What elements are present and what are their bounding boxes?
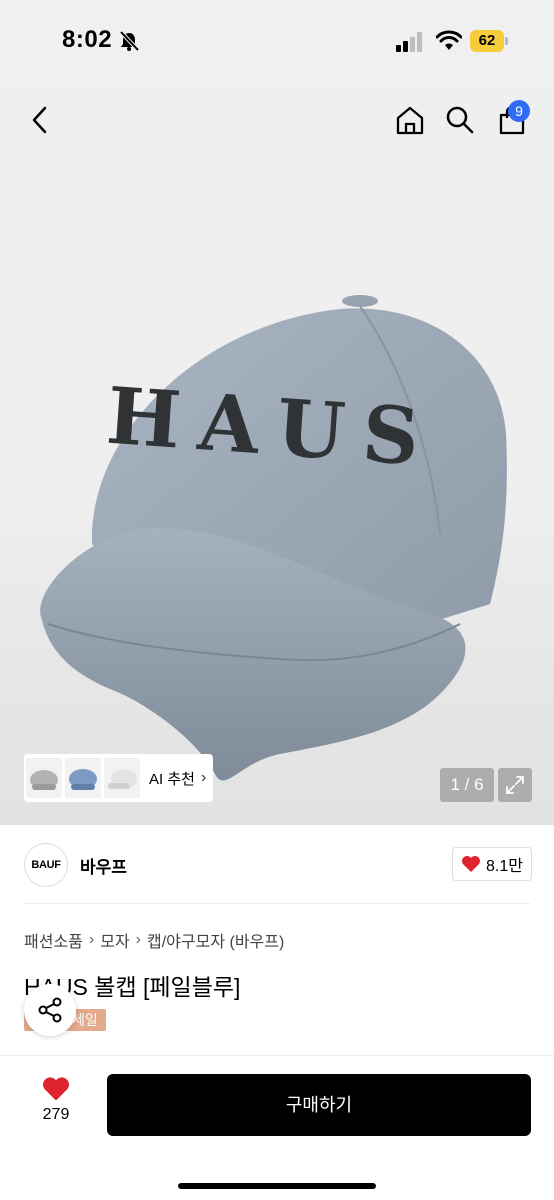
battery-level: 62 [470,30,504,52]
battery-tip [505,37,508,45]
wifi-icon [436,30,462,50]
image-page-counter: 1 / 6 [440,768,494,802]
chevron-right-icon: › [88,931,95,948]
search-button[interactable] [440,100,480,140]
bell-muted-icon [119,30,140,52]
thumbnail-denim-cap[interactable] [65,758,101,798]
chevron-left-icon [32,106,47,134]
share-button[interactable] [24,984,76,1036]
ai-recommend-link[interactable]: AI 추천 › [149,768,206,789]
home-icon [396,106,424,135]
cart-count-badge: 9 [508,100,530,122]
brand-name[interactable]: 바우프 [80,853,127,878]
breadcrumb-item[interactable]: 캡/야구모자 (바우프) [147,928,284,952]
expand-icon [506,776,524,794]
cellular-signal-icon [396,32,422,52]
home-indicator [178,1183,376,1189]
expand-image-button[interactable] [498,768,532,802]
ai-recommend-label: AI 추천 [149,770,195,788]
status-bar: 8:02 62 [0,0,554,84]
buy-button[interactable]: 구매하기 [107,1074,531,1136]
product-image[interactable]: HAUS [0,184,554,804]
heart-icon [462,856,481,872]
wishlist-count: 279 [42,1106,70,1123]
status-time: 8:02 [62,26,113,53]
brand-like-count: 8.1만 [486,858,523,875]
thumbnail-grey-cap[interactable] [26,758,62,798]
brand-like-button[interactable]: 8.1만 [452,847,532,881]
divider [24,903,530,904]
search-icon [446,106,474,134]
back-button[interactable] [20,100,60,140]
recommendation-strip[interactable]: AI 추천 › [24,754,213,802]
thumbnail-white-cap[interactable] [104,758,140,798]
chevron-right-icon: › [200,769,207,786]
bottom-action-bar: 279 구매하기 [0,1055,554,1200]
heart-icon [43,1077,69,1101]
battery-indicator: 62 [470,30,508,52]
product-gallery[interactable]: 9 HAUS AI 추천 › 1 / 6 [0,84,554,825]
breadcrumb-item[interactable]: 패션소품 [24,928,83,952]
share-icon [38,997,62,1023]
wishlist-button[interactable]: 279 [24,1076,88,1136]
breadcrumb: 패션소품 › 모자 › 캡/야구모자 (바우프) [24,928,284,952]
chevron-right-icon: › [135,931,141,948]
home-button[interactable] [390,100,430,140]
breadcrumb-item[interactable]: 모자 [100,928,129,952]
brand-row[interactable]: BAUF 바우프 8.1만 [0,825,554,905]
brand-logo[interactable]: BAUF [24,843,68,887]
